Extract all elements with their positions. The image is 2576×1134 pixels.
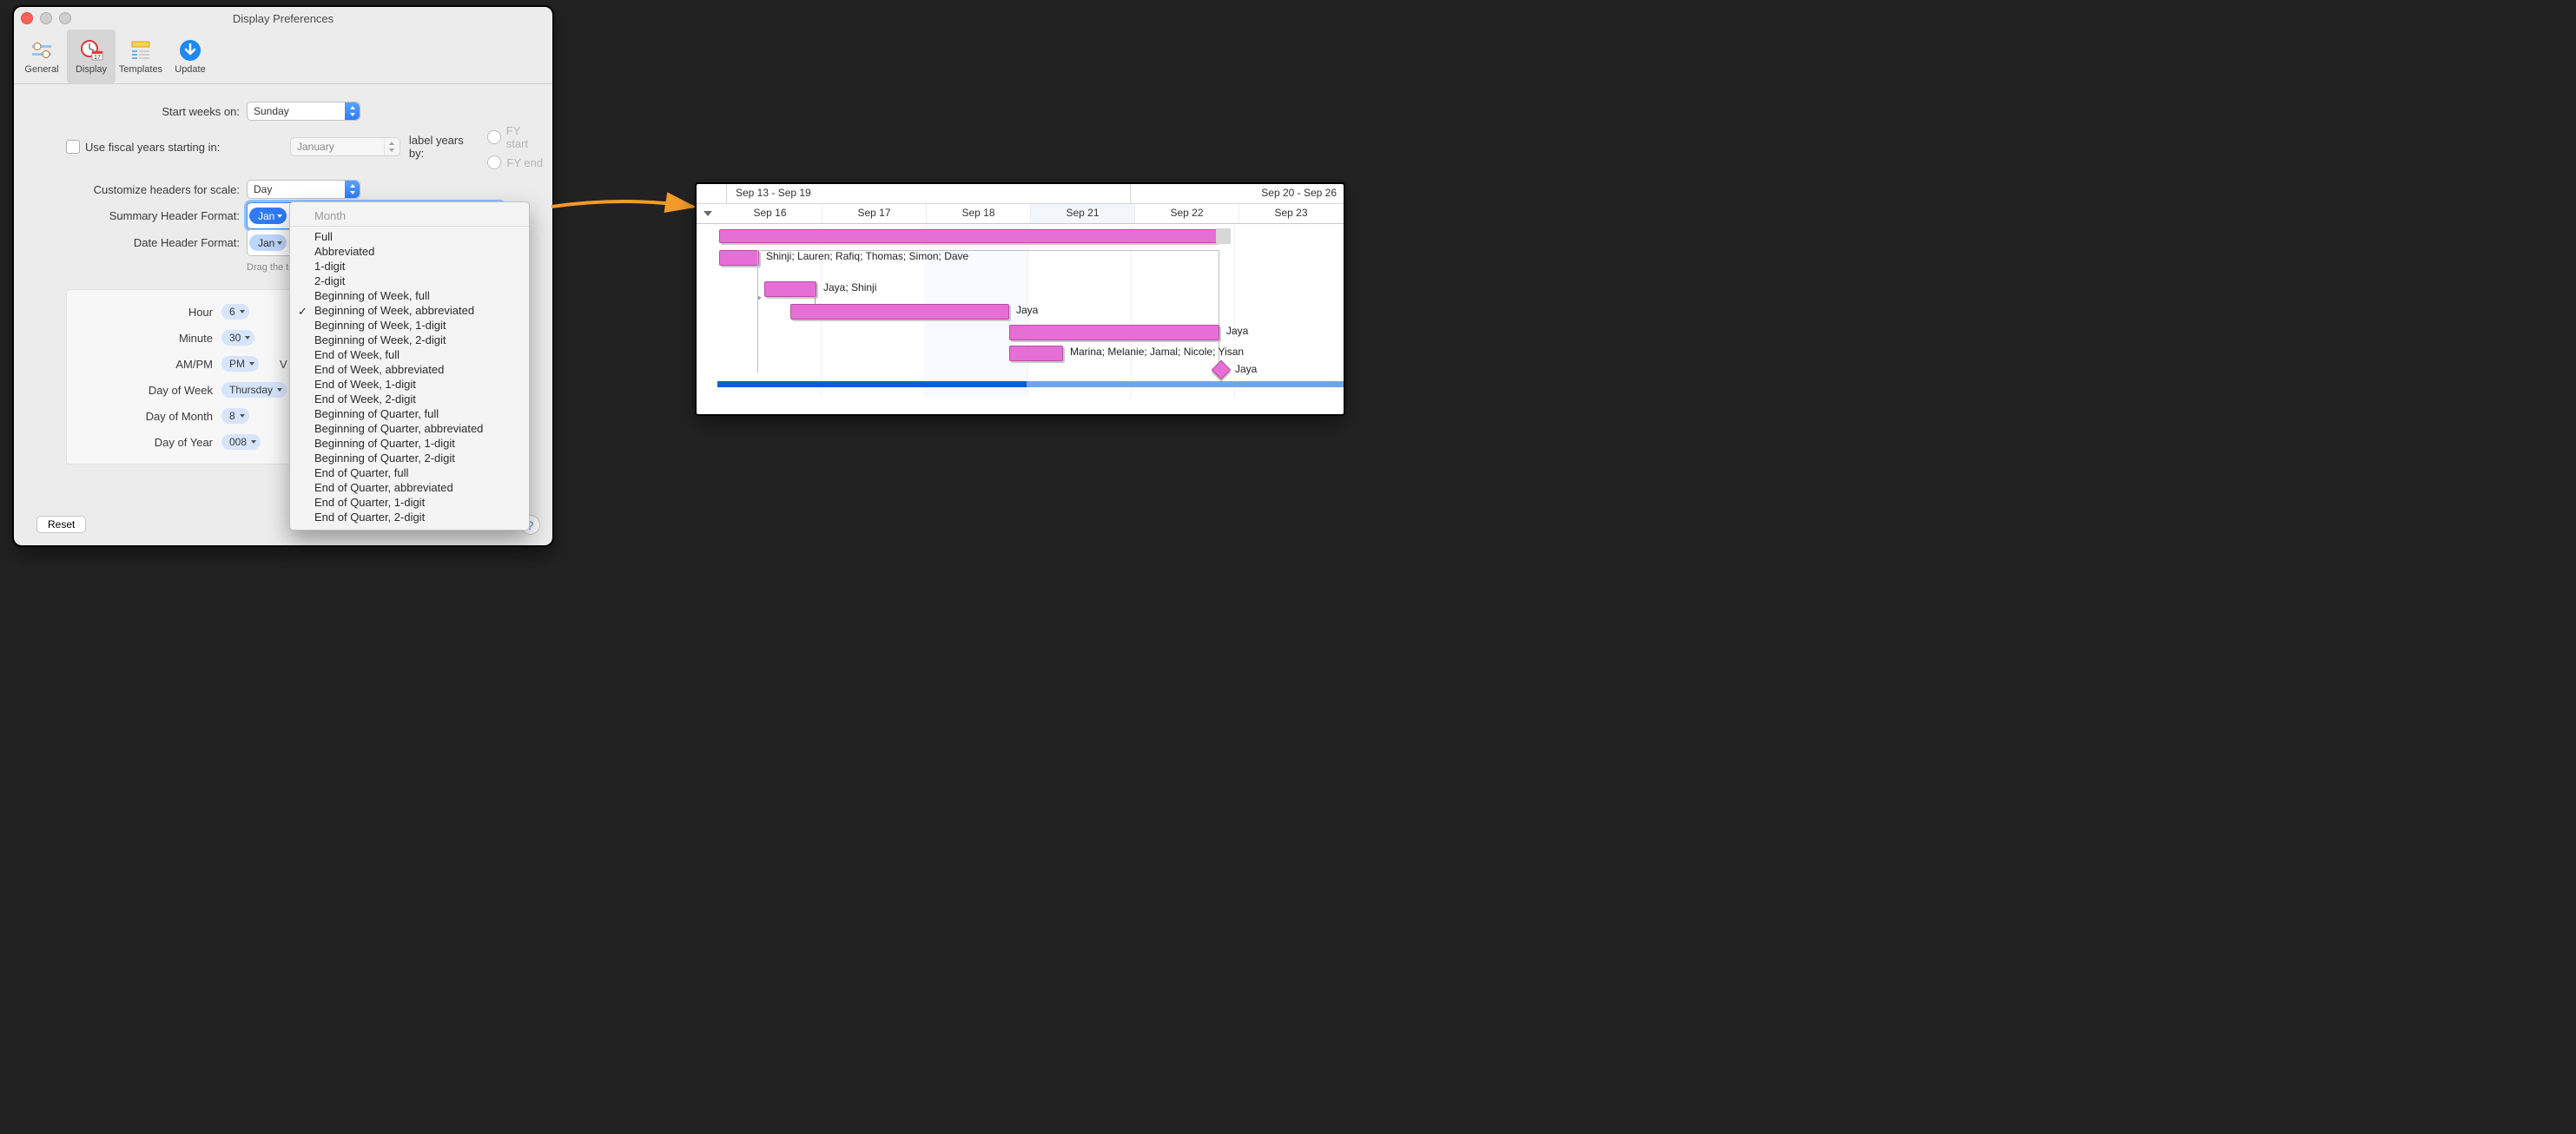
menu-item[interactable]: ✓Beginning of Week, abbreviated <box>290 303 529 318</box>
menu-item[interactable]: End of Week, 1-digit <box>290 377 529 392</box>
menu-heading: Month <box>290 206 529 227</box>
menu-item[interactable]: End of Quarter, full <box>290 465 529 480</box>
toolbar-label: Display <box>76 64 107 75</box>
toolbar-label: General <box>24 64 58 75</box>
day-of-week-token[interactable]: Thursday <box>221 382 287 398</box>
start-weeks-select[interactable]: Sunday <box>247 102 360 121</box>
day-of-year-token[interactable]: 008 <box>221 434 261 450</box>
menu-item[interactable]: Beginning of Week, full <box>290 288 529 303</box>
summary-header-row: Sep 13 - Sep 19 Sep 20 - Sep 26 <box>697 184 1344 204</box>
menu-item[interactable]: 2-digit <box>290 274 529 288</box>
menu-item[interactable]: Beginning of Week, 2-digit <box>290 333 529 347</box>
fiscal-label: Use fiscal years starting in: <box>85 141 220 154</box>
disclosure-triangle[interactable] <box>697 204 718 223</box>
toolbar-label: Templates <box>119 64 162 75</box>
toolbar-update[interactable]: Update <box>166 30 215 83</box>
progress-fill <box>717 381 1027 387</box>
arrow-icon <box>547 189 703 224</box>
menu-item[interactable]: Abbreviated <box>290 244 529 259</box>
gantt-bar[interactable] <box>790 304 1009 320</box>
scale-label: Customize headers for scale: <box>23 183 247 196</box>
fiscal-checkbox[interactable] <box>66 140 80 154</box>
sliders-icon <box>29 38 55 63</box>
toolbar-label: Update <box>175 64 205 75</box>
menu-item[interactable]: End of Quarter, 2-digit <box>290 510 529 524</box>
menu-item[interactable]: 1-digit <box>290 259 529 274</box>
download-icon <box>177 38 203 63</box>
svg-text:17: 17 <box>94 55 101 61</box>
gantt-bar[interactable] <box>719 250 759 266</box>
fy-end-radio[interactable] <box>487 155 501 169</box>
gantt-bar[interactable] <box>1009 346 1063 361</box>
scale-select[interactable]: Day <box>247 180 360 199</box>
gantt-bar[interactable] <box>764 281 816 297</box>
gantt-preview: Sep 13 - Sep 19 Sep 20 - Sep 26 Sep 16 S… <box>695 182 1345 416</box>
gantt-bar[interactable] <box>719 229 1218 243</box>
reset-button[interactable]: Reset <box>36 516 86 533</box>
menu-item[interactable]: End of Quarter, abbreviated <box>290 480 529 495</box>
day-of-month-token[interactable]: 8 <box>221 408 249 424</box>
menu-item[interactable]: Beginning of Quarter, 2-digit <box>290 451 529 465</box>
window-title: Display Preferences <box>14 12 552 25</box>
summary-header-left: Sep 13 - Sep 19 <box>727 184 1131 203</box>
clock-calendar-icon: 17 <box>78 38 104 63</box>
menu-item[interactable]: Full <box>290 229 529 244</box>
toolbar-general[interactable]: General <box>17 30 66 83</box>
menu-item[interactable]: End of Week, full <box>290 347 529 362</box>
preferences-toolbar: General 17 Display Templates Update <box>14 30 552 84</box>
menu-item[interactable]: Beginning of Quarter, 1-digit <box>290 436 529 451</box>
date-header-label: Date Header Format: <box>23 236 247 249</box>
start-weeks-label: Start weeks on: <box>23 105 247 118</box>
menu-item[interactable]: End of Week, 2-digit <box>290 392 529 406</box>
toolbar-display[interactable]: 17 Display <box>67 30 116 83</box>
menu-item[interactable]: Beginning of Quarter, full <box>290 406 529 421</box>
minute-token[interactable]: 30 <box>221 330 254 346</box>
gantt-bar[interactable] <box>1009 325 1219 340</box>
fiscal-month-select[interactable]: January <box>290 137 400 156</box>
date-header-row: Sep 16 Sep 17 Sep 18 Sep 21 Sep 22 Sep 2… <box>697 204 1344 224</box>
fy-start-radio[interactable] <box>487 130 500 144</box>
month-token[interactable]: Jan <box>249 208 287 224</box>
menu-item[interactable]: End of Quarter, 1-digit <box>290 495 529 510</box>
summary-header-right: Sep 20 - Sep 26 <box>1131 184 1344 203</box>
toolbar-templates[interactable]: Templates <box>116 30 165 83</box>
menu-item[interactable]: Beginning of Quarter, abbreviated <box>290 421 529 436</box>
menu-item[interactable]: Beginning of Week, 1-digit <box>290 318 529 333</box>
menu-item[interactable]: End of Week, abbreviated <box>290 362 529 377</box>
summary-header-label: Summary Header Format: <box>23 209 247 222</box>
templates-icon <box>128 38 154 63</box>
side-letter: V <box>280 358 287 371</box>
month-format-menu: Month FullAbbreviated1-digit2-digitBegin… <box>289 201 530 531</box>
month-token[interactable]: Jan <box>249 234 287 251</box>
hour-token[interactable]: 6 <box>221 304 249 320</box>
titlebar: Display Preferences <box>14 7 552 30</box>
ampm-token[interactable]: PM <box>221 356 259 372</box>
label-years-label: label years by: <box>409 134 479 160</box>
